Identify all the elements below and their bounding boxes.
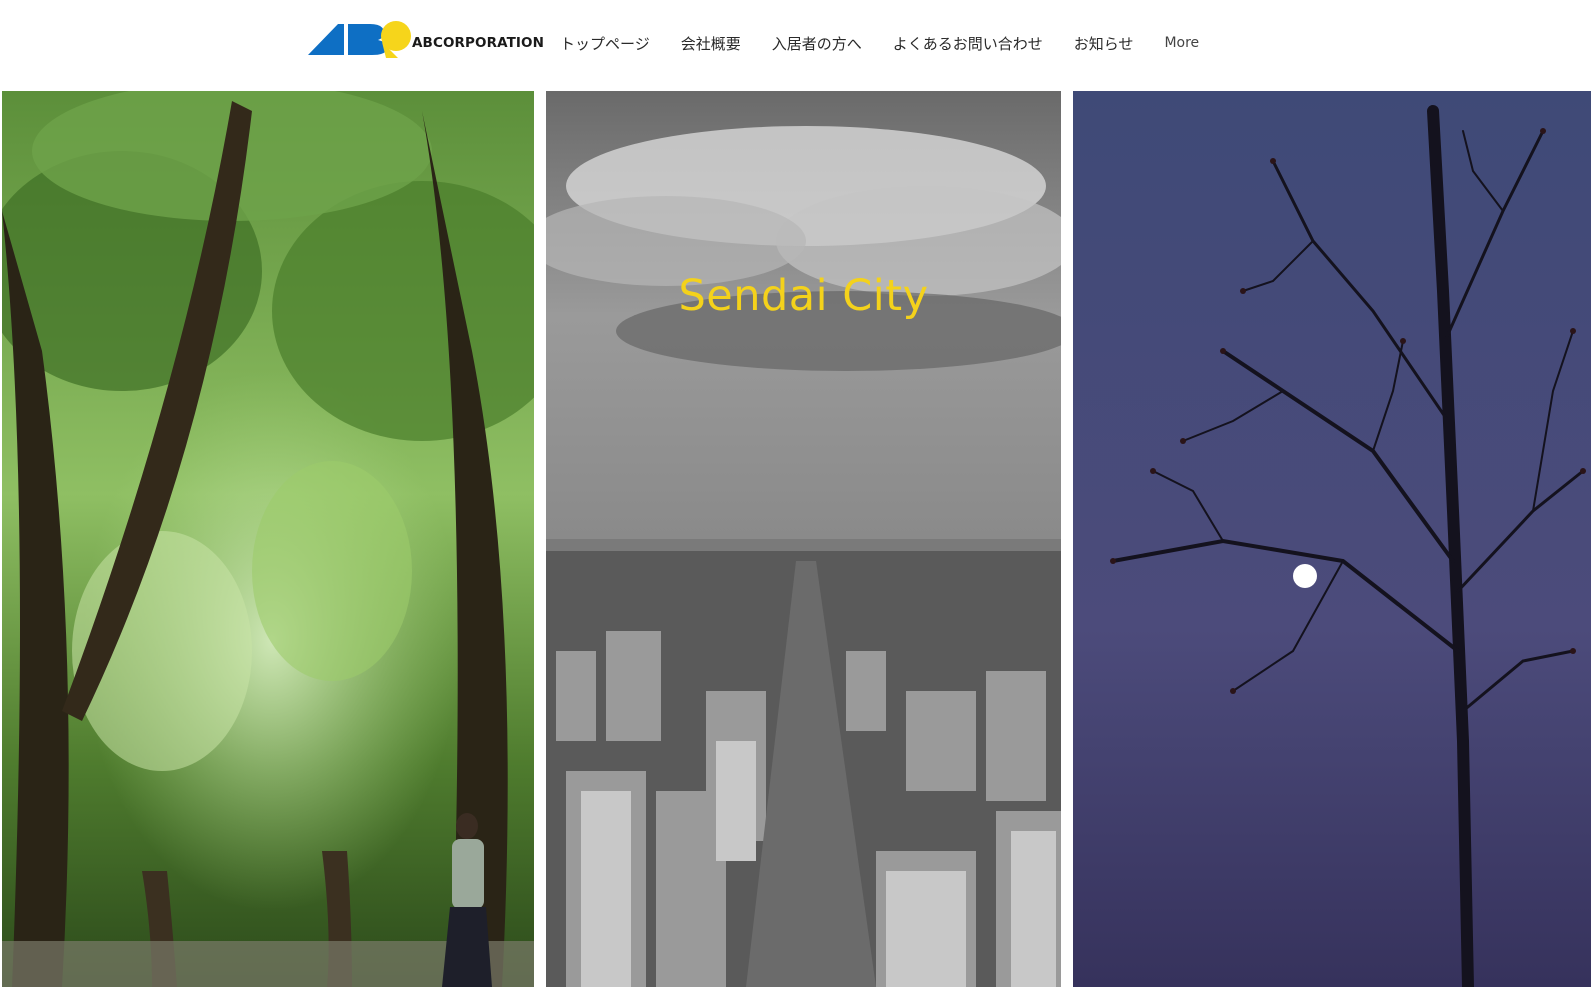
nav-item-for-residents[interactable]: 入居者の方へ <box>772 33 862 54</box>
nav-item-top-page[interactable]: トップページ <box>560 33 650 54</box>
nav-item-news[interactable]: お知らせ <box>1074 33 1134 54</box>
tree-avenue-photo <box>2 91 534 987</box>
nav-item-faq[interactable]: よくあるお問い合わせ <box>893 33 1043 54</box>
night-tree-moon-photo <box>1073 91 1591 987</box>
main-nav: トップページ 会社概要 入居者の方へ よくあるお問い合わせ お知らせ More <box>560 30 1199 56</box>
logo-text: ABCORPORATION <box>412 35 544 51</box>
abcorporation-logo[interactable]: ABCORPORATION <box>308 18 544 58</box>
moon-icon <box>1293 564 1317 588</box>
sendai-city-photo: Sendai City <box>546 91 1061 987</box>
nav-item-more[interactable]: More <box>1164 35 1199 51</box>
nav-item-company-profile[interactable]: 会社概要 <box>681 33 741 54</box>
hero-title: Sendai City <box>678 271 929 321</box>
site-header: ABCORPORATION トップページ 会社概要 入居者の方へ よくあるお問い… <box>0 0 1591 88</box>
logo-mark-icon <box>308 21 411 58</box>
